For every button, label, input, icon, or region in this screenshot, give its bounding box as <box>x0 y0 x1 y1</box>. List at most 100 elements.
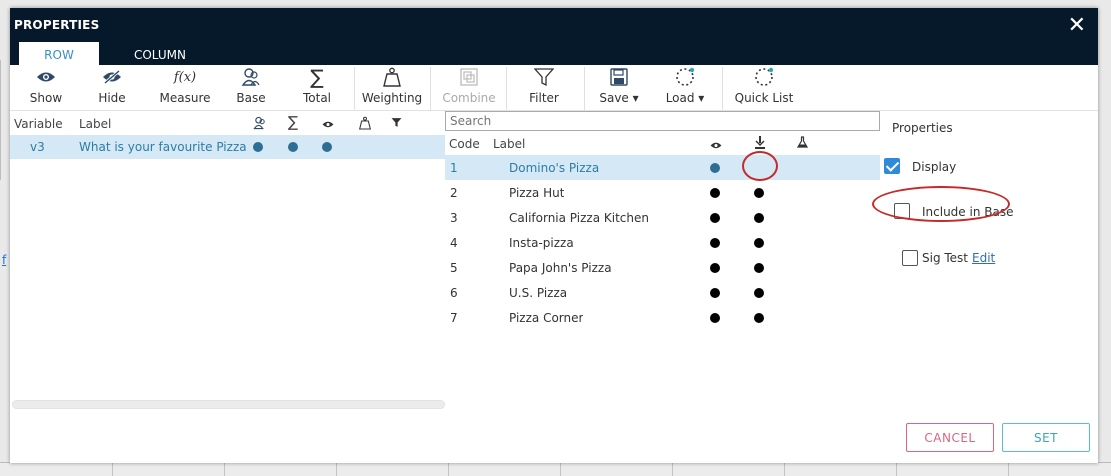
display-checkbox[interactable] <box>884 158 900 174</box>
code-base-dot[interactable] <box>754 313 764 323</box>
variable-base-dot[interactable] <box>253 142 263 152</box>
display-label: Display <box>912 160 957 174</box>
toolbar-separator <box>584 67 585 111</box>
set-button[interactable]: SET <box>1002 423 1090 452</box>
cancel-button[interactable]: CANCEL <box>906 423 994 452</box>
sig-test-edit-link[interactable]: Edit <box>972 251 995 265</box>
filter-column-icon <box>391 117 402 131</box>
horizontal-scrollbar[interactable] <box>12 400 445 409</box>
sigma-icon: ∑ <box>310 65 324 89</box>
close-icon[interactable]: ✕ <box>1068 13 1086 38</box>
label-column-header: Label <box>79 117 112 131</box>
dialog-title: PROPERTIES <box>14 18 100 32</box>
code-base-dot[interactable] <box>754 188 764 198</box>
code-display-dot[interactable] <box>710 288 720 298</box>
code-base-dot[interactable] <box>754 288 764 298</box>
code-display-dot[interactable] <box>710 263 720 273</box>
measure-label: Measure <box>159 91 211 105</box>
funnel-icon <box>522 65 566 89</box>
load-button[interactable]: Load ▾ <box>660 65 710 111</box>
base-button[interactable]: Base <box>230 65 272 111</box>
background-divider <box>0 60 1 180</box>
code-value: 4 <box>450 236 458 250</box>
tab-row[interactable]: ROW <box>19 42 99 65</box>
code-row[interactable]: 6 U.S. Pizza <box>445 280 880 305</box>
code-display-dot[interactable] <box>710 313 720 323</box>
code-label: California Pizza Kitchen <box>509 211 649 225</box>
code-label-column-header: Label <box>493 137 526 151</box>
variable-name: v3 <box>30 140 45 154</box>
code-row[interactable]: 7 Pizza Corner <box>445 305 880 330</box>
sig-test-label: Sig Test <box>922 251 969 265</box>
code-row[interactable]: 5 Papa John's Pizza <box>445 255 880 280</box>
code-row[interactable]: 4 Insta-pizza <box>445 230 880 255</box>
variable-row[interactable]: v3 What is your favourite Pizza c <box>10 135 445 159</box>
code-label: U.S. Pizza <box>509 286 568 300</box>
code-row[interactable]: 2 Pizza Hut <box>445 180 880 205</box>
quicklist-icon <box>732 65 796 89</box>
measure-button[interactable]: f(x) Measure <box>155 65 215 111</box>
properties-title: Properties <box>892 121 953 135</box>
total-column-icon: ∑ <box>288 113 299 131</box>
toolbar: Show Hide f(x) Measure Base ∑ Total Weig… <box>10 65 1098 111</box>
dialog-titlebar: PROPERTIES ✕ ROW COLUMN <box>10 8 1098 65</box>
eye-slash-icon <box>90 65 134 89</box>
code-display-dot[interactable] <box>710 163 720 173</box>
hide-button[interactable]: Hide <box>90 65 134 111</box>
toolbar-separator <box>430 67 431 111</box>
toolbar-separator <box>506 67 507 111</box>
combine-icon <box>438 65 500 89</box>
code-value: 5 <box>450 261 458 275</box>
variables-header: Variable Label ∑ <box>10 112 445 134</box>
quick-list-button[interactable]: Quick List <box>732 65 796 111</box>
sig-test-column-icon <box>797 136 808 151</box>
code-display-dot[interactable] <box>710 238 720 248</box>
code-label: Pizza Corner <box>509 311 584 325</box>
code-display-dot[interactable] <box>710 213 720 223</box>
save-button[interactable]: Save ▾ <box>594 65 644 111</box>
annotation-ring-base-cell <box>742 151 778 181</box>
show-button[interactable]: Show <box>24 65 68 111</box>
tab-column[interactable]: COLUMN <box>110 42 210 65</box>
search-input[interactable] <box>445 111 880 131</box>
base-label: Base <box>236 91 266 105</box>
variable-total-dot[interactable] <box>288 142 298 152</box>
code-row[interactable]: 1 Domino's Pizza <box>445 155 880 180</box>
variable-column-header: Variable <box>14 117 63 131</box>
total-label: Total <box>302 91 332 105</box>
combine-button[interactable]: Combine <box>438 65 500 111</box>
variable-label: What is your favourite Pizza c <box>79 140 249 154</box>
code-value: 7 <box>450 311 458 325</box>
total-button[interactable]: ∑ Total <box>296 65 338 111</box>
background-grid <box>0 462 1111 476</box>
code-row[interactable]: 3 California Pizza Kitchen <box>445 205 880 230</box>
background-link[interactable]: f <box>2 253 6 267</box>
code-display-dot[interactable] <box>710 188 720 198</box>
weight-icon <box>360 65 424 89</box>
sig-test-checkbox[interactable] <box>902 250 918 266</box>
variable-display-dot[interactable] <box>322 142 332 152</box>
display-column-icon <box>322 118 334 132</box>
base-column-icon <box>253 116 267 133</box>
code-base-dot[interactable] <box>754 238 764 248</box>
weighting-column-icon <box>359 116 371 133</box>
code-base-dot[interactable] <box>754 263 764 273</box>
code-label: Domino's Pizza <box>509 161 600 175</box>
weighting-button[interactable]: Weighting <box>360 65 424 111</box>
floppy-icon <box>594 65 644 89</box>
code-label: Insta-pizza <box>509 236 574 250</box>
display-column-icon <box>710 139 722 153</box>
filter-label: Filter <box>529 91 559 105</box>
eye-icon <box>24 65 68 89</box>
combine-label: Combine <box>442 91 496 105</box>
code-value: 2 <box>450 186 458 200</box>
function-icon: f(x) <box>173 69 197 85</box>
save-label: Save ▾ <box>599 91 639 105</box>
quick-list-label: Quick List <box>734 91 794 105</box>
code-base-dot[interactable] <box>754 213 764 223</box>
filter-button[interactable]: Filter <box>522 65 566 111</box>
code-value: 1 <box>450 161 458 175</box>
code-column-header: Code <box>449 137 480 151</box>
toolbar-separator <box>722 67 723 111</box>
people-icon <box>230 65 272 89</box>
